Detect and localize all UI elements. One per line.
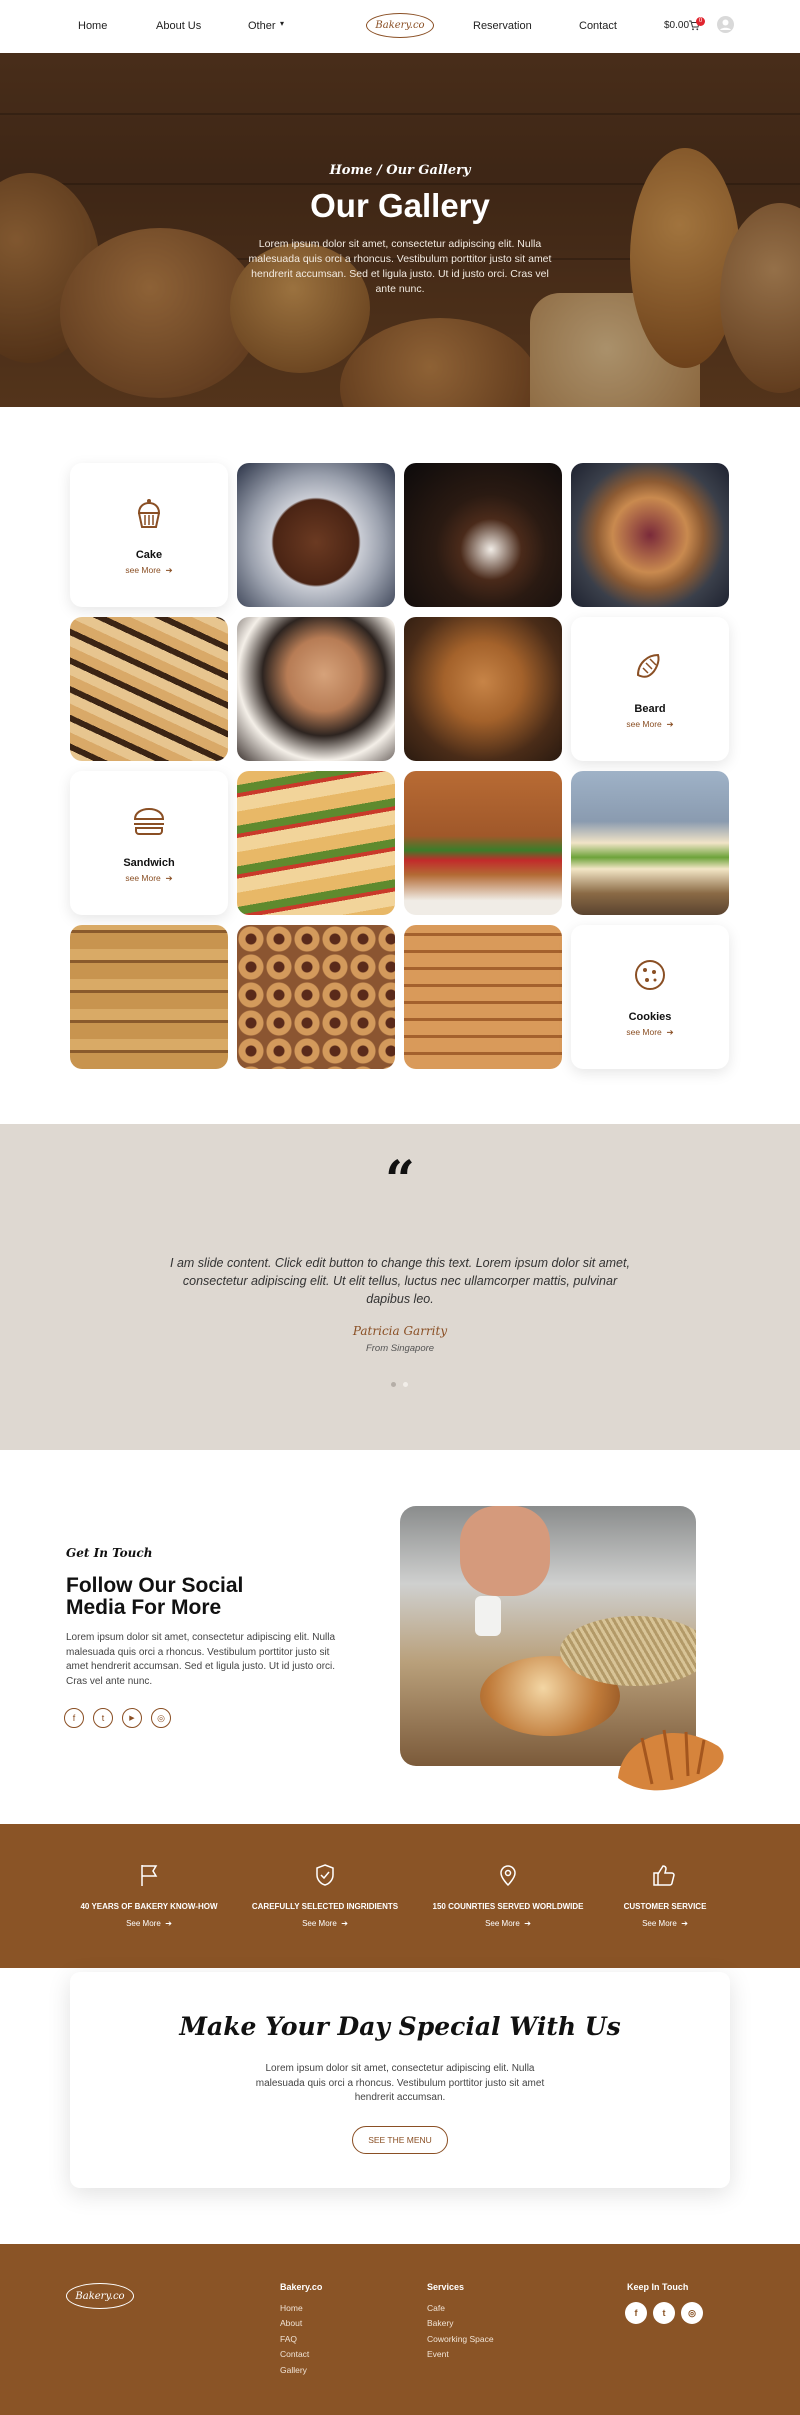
hero-description: Lorem ipsum dolor sit amet, consectetur … — [248, 238, 552, 295]
burger-photo[interactable] — [404, 771, 562, 915]
cookie-icon — [635, 960, 665, 990]
chevron-down-icon[interactable]: ▾ — [280, 19, 284, 28]
footer-link-faq[interactable]: FAQ — [280, 2334, 297, 2344]
facebook-icon[interactable]: f — [625, 2302, 647, 2324]
category-card-cookies[interactable]: Cookies see More ➔ — [571, 925, 729, 1069]
twitter-icon[interactable]: t — [93, 1708, 113, 1728]
croissant-loaf-photo[interactable] — [404, 617, 562, 761]
footer-col1-title: Bakery.co — [280, 2282, 323, 2292]
youtube-icon[interactable]: ▶ — [122, 1708, 142, 1728]
bundt-cake-photo[interactable] — [404, 463, 562, 607]
croissant-icon — [636, 653, 660, 678]
hero-banner: Home / Our Gallery Our Gallery Lorem ips… — [0, 53, 800, 407]
section-kicker: Get In Touch — [66, 1546, 153, 1560]
footer-link-coworking[interactable]: Coworking Space — [427, 2334, 494, 2344]
marble-loaf-photo[interactable] — [70, 617, 228, 761]
footer-col2-title: Services — [427, 2282, 465, 2292]
footer-link-bakery[interactable]: Bakery — [427, 2318, 453, 2328]
testimonial-author: Patricia Garrity — [352, 1324, 448, 1338]
cupcake-icon — [137, 499, 161, 528]
instagram-icon[interactable]: ◎ — [151, 1708, 171, 1728]
user-avatar-icon[interactable] — [717, 16, 734, 33]
category-title: Cake — [135, 549, 163, 561]
page-title: Our Gallery — [310, 187, 490, 224]
quote-icon: “ — [385, 1150, 415, 1211]
cta-title: Make Your Day Special With Us — [179, 2012, 621, 2041]
nav-other[interactable]: Other — [248, 20, 276, 32]
flag-icon — [141, 1865, 158, 1886]
nav-contact[interactable]: Contact — [579, 20, 617, 32]
slider-dot-2[interactable] — [403, 1382, 408, 1387]
cta-card: Make Your Day Special With Us Lorem ipsu… — [70, 1972, 730, 2188]
see-more-link[interactable]: see More ➔ — [571, 1027, 729, 1038]
footer-logo[interactable]: Bakery.co — [66, 2283, 134, 2309]
feature-see-more[interactable]: See More ➔ — [225, 1919, 425, 1928]
pizza-dough-photo[interactable] — [237, 617, 395, 761]
footer-link-contact[interactable]: Contact — [280, 2349, 309, 2359]
see-more-link[interactable]: see More ➔ — [571, 719, 729, 730]
cart-total[interactable]: $0.00 — [664, 20, 689, 31]
category-title: Beard — [634, 703, 666, 715]
testimonial-section: “ I am slide content. Click edit button … — [0, 1124, 800, 1450]
category-card-beard[interactable]: Beard see More ➔ — [571, 617, 729, 761]
feature-see-more[interactable]: See More ➔ — [565, 1919, 765, 1928]
feature-title: 40 YEARS OF BAKERY KNOW-HOW — [80, 1902, 218, 1911]
chocolate-cake-photo[interactable] — [237, 463, 395, 607]
footer-link-home[interactable]: Home — [280, 2303, 303, 2313]
thumbs-up-icon — [653, 1865, 675, 1886]
footer-link-event[interactable]: Event — [427, 2349, 449, 2359]
feature-see-more[interactable]: See More ➔ — [49, 1919, 249, 1928]
instagram-icon[interactable]: ◎ — [681, 2302, 703, 2324]
footer-link-gallery[interactable]: Gallery — [280, 2365, 307, 2375]
cta-description: Lorem ipsum dolor sit amet, consectetur … — [255, 2063, 545, 2103]
social-title-line2: Media For More — [66, 1596, 222, 1619]
site-footer — [0, 2244, 800, 2415]
footer-link-about[interactable]: About — [280, 2318, 302, 2328]
croissant-photo — [618, 1729, 724, 1791]
see-the-menu-button[interactable]: SEE THE MENU — [352, 2126, 448, 2154]
nav-home[interactable]: Home — [78, 20, 107, 32]
feature-title: CAREFULLY SELECTED INGRIDIENTS — [251, 1902, 399, 1911]
burger-icon — [133, 807, 165, 835]
galette-photo[interactable] — [571, 463, 729, 607]
footer-link-cafe[interactable]: Cafe — [427, 2303, 445, 2313]
see-more-link[interactable]: see More ➔ — [70, 565, 228, 576]
facebook-icon[interactable]: f — [64, 1708, 84, 1728]
testimonial-text: I am slide content. Click edit button to… — [170, 1256, 630, 1306]
see-more-link[interactable]: see More ➔ — [70, 873, 228, 884]
map-pin-icon — [500, 1865, 516, 1887]
testimonial-origin: From Singapore — [365, 1343, 435, 1354]
category-card-cake[interactable]: Cake see More ➔ — [70, 463, 228, 607]
site-header: Home About Us Other ▾ Bakery.co Reservat… — [0, 0, 800, 53]
social-title-line1: Follow Our Social — [66, 1574, 244, 1597]
slider-dot-1[interactable] — [391, 1382, 396, 1387]
granola-cookie-stack-photo[interactable] — [70, 925, 228, 1069]
footer-col3-title: Keep In Touch — [627, 2282, 689, 2292]
sub-sandwich-photo[interactable] — [237, 771, 395, 915]
features-bar — [0, 1824, 800, 1968]
cookie-stack-twine-photo[interactable] — [404, 925, 562, 1069]
cart-count-badge: 0 — [696, 17, 705, 26]
nav-reservation[interactable]: Reservation — [473, 20, 532, 32]
brand-logo[interactable]: Bakery.co — [366, 13, 434, 38]
category-title: Cookies — [628, 1011, 672, 1023]
shield-check-icon — [316, 1864, 334, 1886]
social-description: Lorem ipsum dolor sit amet, consectetur … — [66, 1632, 336, 1687]
club-sandwich-photo[interactable] — [571, 771, 729, 915]
thumbprint-cookies-photo[interactable] — [237, 925, 395, 1069]
twitter-icon[interactable]: t — [653, 2302, 675, 2324]
nav-about-us[interactable]: About Us — [156, 20, 201, 32]
breadcrumb[interactable]: Home / Our Gallery — [0, 163, 800, 178]
category-title: Sandwich — [123, 857, 175, 869]
category-card-sandwich[interactable]: Sandwich see More ➔ — [70, 771, 228, 915]
feature-title: CUSTOMER SERVICE — [623, 1902, 707, 1911]
